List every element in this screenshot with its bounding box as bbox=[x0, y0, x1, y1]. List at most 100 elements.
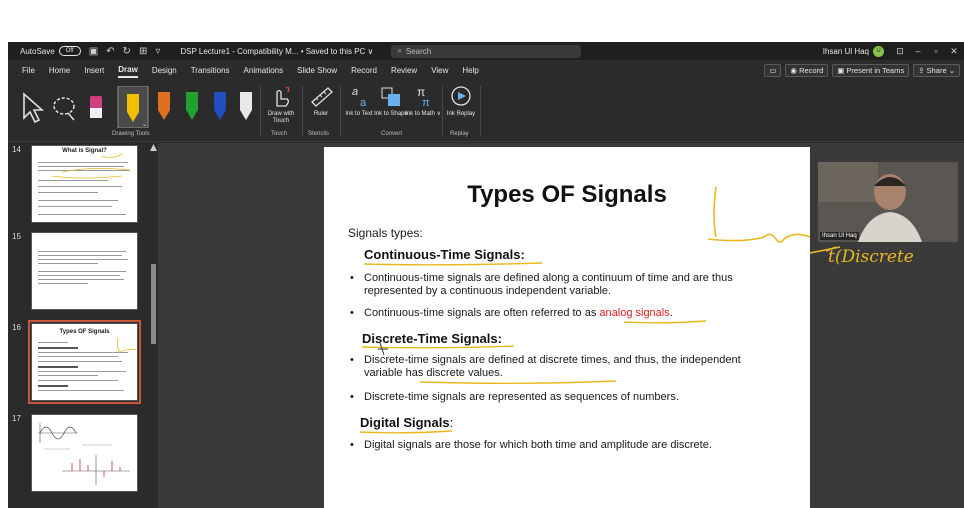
avatar[interactable]: U bbox=[873, 45, 884, 57]
eraser-icon[interactable] bbox=[90, 96, 102, 118]
select-arrow-icon[interactable] bbox=[23, 92, 45, 124]
slide-thumbnail-17[interactable] bbox=[31, 414, 138, 492]
share-label: Share bbox=[926, 65, 947, 75]
comments-button[interactable]: ▭ bbox=[764, 63, 782, 77]
slide-title[interactable]: Types OF Signals bbox=[324, 181, 810, 209]
analog-signals-highlight: analog signals bbox=[599, 307, 670, 319]
thumbnail-ink bbox=[116, 337, 137, 353]
comment-icon: ▭ bbox=[769, 65, 777, 75]
slide-number: 15 bbox=[12, 232, 21, 241]
pen-selected-icon[interactable]: ⌄ bbox=[117, 86, 149, 128]
tab-home[interactable]: Home bbox=[49, 64, 70, 77]
continuous-bullet-1[interactable]: Continuous-time signals are defined alon… bbox=[364, 272, 794, 298]
tab-view[interactable]: View bbox=[431, 64, 448, 77]
ribbon-display-icon[interactable]: ⊡ bbox=[892, 46, 908, 57]
thumbnail-signal-plots bbox=[38, 423, 130, 485]
replay-icon bbox=[451, 86, 471, 106]
bullet-icon: • bbox=[350, 391, 354, 403]
ink-to-math-button[interactable]: ππ Ink to Math ∨ bbox=[404, 84, 442, 118]
bullet-icon: • bbox=[350, 354, 354, 366]
slide-thumbnail-pane[interactable]: 14 What is Signal? 15 16 Types OF Signal… bbox=[8, 143, 158, 508]
save-icon[interactable]: ▣ bbox=[89, 46, 98, 57]
discrete-bullet-2[interactable]: Discrete-time signals are represented as… bbox=[364, 391, 794, 404]
discrete-bullet-1[interactable]: Discrete-time signals are defined at dis… bbox=[364, 354, 774, 380]
digital-bullet-1[interactable]: Digital signals are those for which both… bbox=[364, 439, 794, 452]
svg-text:π: π bbox=[422, 97, 430, 108]
undo-icon[interactable]: ↶ bbox=[106, 46, 114, 57]
continuous-bullet-2-text: Continuous-time signals are often referr… bbox=[364, 307, 597, 319]
replay-group-label: Replay bbox=[450, 131, 469, 137]
customize-qat-icon[interactable]: ⊞ bbox=[139, 46, 147, 57]
continuous-heading[interactable]: Continuous-Time Signals: bbox=[364, 247, 525, 262]
autosave-toggle[interactable]: Off bbox=[58, 46, 81, 56]
close-icon[interactable]: ✕ bbox=[946, 46, 962, 57]
group-separator bbox=[480, 86, 481, 136]
ribbon-tabs: File Home Insert Draw Design Transitions… bbox=[8, 60, 964, 80]
tab-draw[interactable]: Draw bbox=[118, 63, 138, 78]
ink-replay-button[interactable]: Ink Replay bbox=[442, 84, 480, 118]
scrollbar-thumb[interactable] bbox=[151, 264, 156, 344]
share-icon: ⇪ bbox=[918, 65, 927, 75]
touch-draw-icon bbox=[276, 86, 290, 107]
draw-with-touch-button[interactable]: Draw with Touch bbox=[262, 84, 300, 125]
current-slide[interactable]: Types OF Signals Signals types: Continuo… bbox=[324, 147, 810, 508]
presenter-video[interactable]: Ihsan Ul Haq bbox=[818, 162, 958, 242]
tab-record[interactable]: Record bbox=[351, 64, 377, 77]
ink-to-math-label: Ink to Math ∨ bbox=[405, 111, 441, 117]
slide-thumbnail-16[interactable]: Types OF Signals bbox=[28, 320, 141, 404]
powerpoint-window: AutoSave Off ▣ ↶ ↻ ⊞ ▿ DSP Lecture1 - Co… bbox=[8, 42, 964, 508]
search-icon: ⌕ bbox=[397, 46, 402, 55]
ruler-icon bbox=[311, 87, 333, 107]
pen-green-icon[interactable] bbox=[186, 92, 198, 120]
present-in-teams-button[interactable]: ▣ Present in Teams bbox=[832, 63, 910, 77]
tab-slide-show[interactable]: Slide Show bbox=[297, 64, 337, 77]
tab-file[interactable]: File bbox=[22, 64, 35, 77]
thumbnail-ink bbox=[51, 153, 131, 179]
tab-transitions[interactable]: Transitions bbox=[191, 64, 230, 77]
tab-insert[interactable]: Insert bbox=[84, 64, 104, 77]
convert-group-label: Convert bbox=[381, 131, 403, 137]
search-box[interactable]: ⌕ Search bbox=[391, 44, 582, 58]
discrete-heading[interactable]: Discrete-Time Signals: bbox=[362, 331, 502, 346]
bullet-icon: • bbox=[350, 307, 354, 319]
redo-icon[interactable]: ↻ bbox=[123, 46, 131, 57]
digital-heading[interactable]: Digital Signals: bbox=[360, 415, 453, 430]
tab-review[interactable]: Review bbox=[391, 64, 417, 77]
record-icon: ◉ bbox=[790, 65, 800, 75]
lasso-select-icon[interactable] bbox=[53, 97, 75, 121]
minimize-icon[interactable]: – bbox=[910, 46, 926, 56]
slide-number: 17 bbox=[12, 414, 21, 423]
tab-design[interactable]: Design bbox=[152, 64, 177, 77]
slide-number: 16 bbox=[12, 323, 21, 332]
pen-orange-icon[interactable] bbox=[158, 92, 170, 120]
digital-heading-suffix: : bbox=[449, 415, 454, 430]
tab-animations[interactable]: Animations bbox=[244, 64, 284, 77]
svg-text:a: a bbox=[352, 86, 358, 98]
record-button[interactable]: ◉ Record bbox=[785, 63, 829, 77]
maximize-icon[interactable]: ▫ bbox=[928, 46, 944, 56]
ruler-button[interactable]: Ruler bbox=[302, 84, 340, 118]
share-button[interactable]: ⇪ Share ⌄ bbox=[913, 63, 960, 77]
pen-blue-icon[interactable] bbox=[214, 92, 226, 120]
presenter-name: Ihsan Ul Haq bbox=[820, 232, 859, 240]
ruler-label: Ruler bbox=[313, 111, 329, 117]
continuous-bullet-2[interactable]: Continuous-time signals are often referr… bbox=[364, 307, 794, 320]
slide-thumbnail-15[interactable] bbox=[31, 232, 138, 310]
document-title[interactable]: DSP Lecture1 - Compatibility M... • Save… bbox=[180, 47, 373, 56]
search-placeholder: Search bbox=[405, 46, 432, 56]
svg-text:a: a bbox=[360, 97, 367, 108]
svg-text:⌄: ⌄ bbox=[142, 122, 147, 128]
tab-help[interactable]: Help bbox=[462, 64, 478, 77]
highlighter-icon[interactable] bbox=[240, 92, 252, 120]
more-icon[interactable]: ▿ bbox=[155, 46, 160, 57]
slide-thumbnail-14[interactable]: What is Signal? bbox=[31, 145, 138, 223]
record-label: Record bbox=[799, 65, 824, 75]
slide-number: 14 bbox=[12, 145, 21, 154]
drawing-tools-group-label: Drawing Tools bbox=[112, 131, 150, 137]
present-label: Present in Teams bbox=[846, 65, 905, 75]
bullet-icon: • bbox=[350, 272, 354, 284]
slide-intro[interactable]: Signals types: bbox=[348, 227, 423, 240]
presenter-image bbox=[818, 162, 958, 242]
draw-with-touch-label: Draw with Touch bbox=[267, 111, 295, 124]
user-name: Ihsan Ul Haq bbox=[822, 46, 869, 56]
